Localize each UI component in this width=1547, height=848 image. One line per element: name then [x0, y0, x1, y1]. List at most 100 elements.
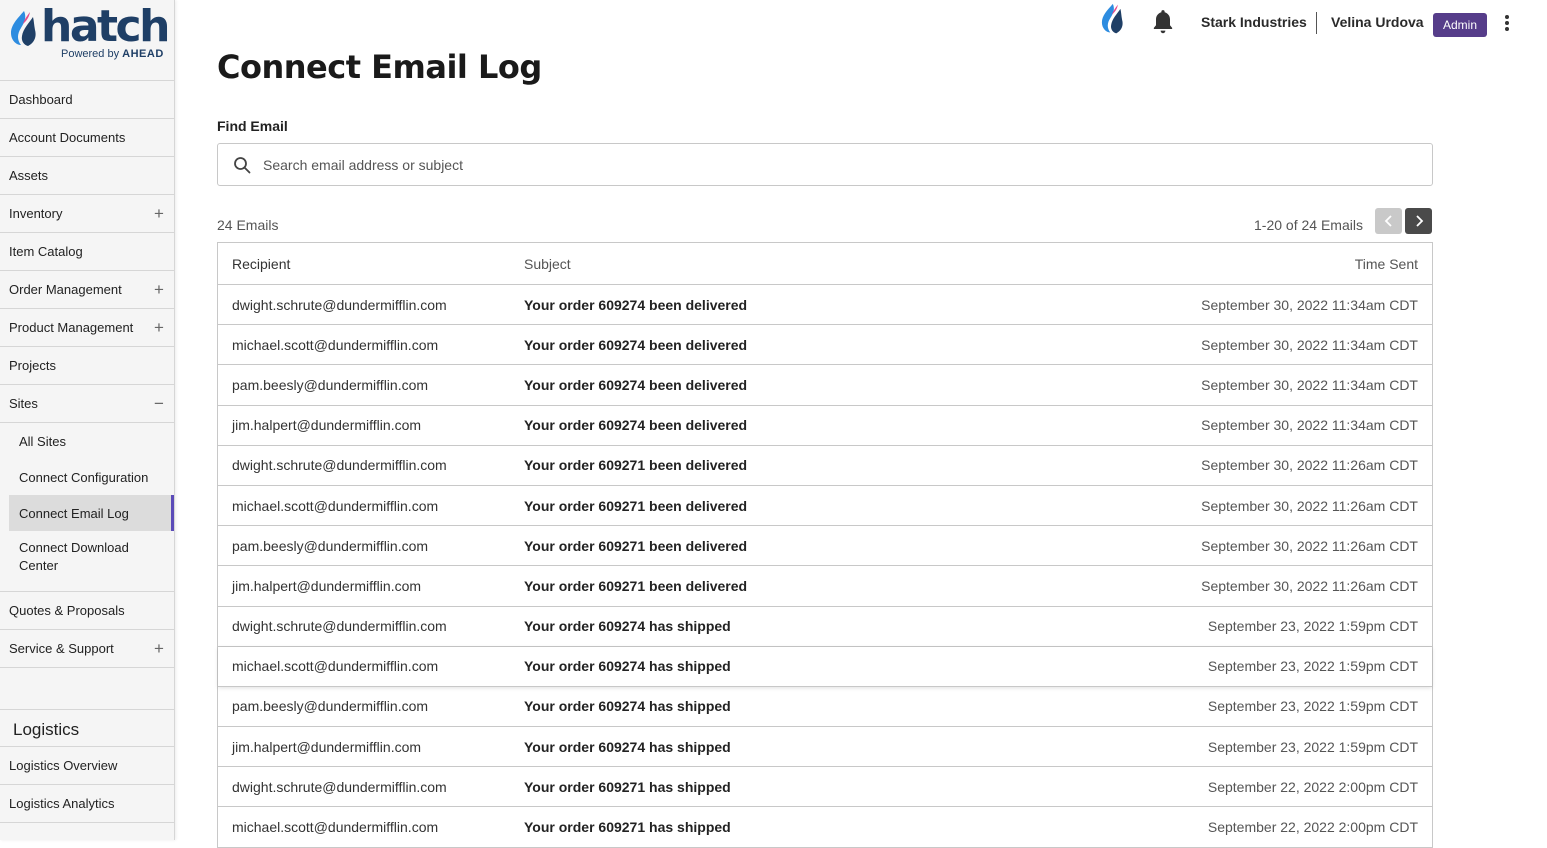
company-name[interactable]: Stark Industries [1201, 14, 1307, 30]
table-row[interactable]: dwight.schrute@dundermifflin.com Your ord… [218, 285, 1432, 326]
sites-submenu: All Sites Connect Configuration Connect … [0, 423, 174, 592]
column-header-subject[interactable]: Subject [524, 256, 1024, 272]
sidebar-subitem-connect-download-center[interactable]: Connect Download Center [0, 531, 174, 583]
table-row[interactable]: jim.halpert@dundermifflin.com Your order … [218, 406, 1432, 446]
collapse-icon[interactable]: − [152, 395, 166, 412]
sidebar-item-logistics-overview[interactable]: Logistics Overview [0, 747, 174, 785]
subject-cell: Your order 609274 has shipped [524, 658, 731, 675]
time-sent-cell: September 23, 2022 1:59pm CDT [1207, 698, 1418, 715]
table-row[interactable]: pam.beesly@dundermifflin.com Your order 6… [218, 687, 1432, 728]
subject-cell: Your order 609271 has shipped [524, 819, 731, 836]
table-row[interactable]: michael.scott@dundermifflin.com Your orde… [218, 486, 1432, 527]
table-row[interactable]: michael.scott@dundermifflin.com Your orde… [218, 325, 1432, 366]
recipient-cell: pam.beesly@dundermifflin.com [232, 376, 429, 393]
sidebar-item-label: Inventory [9, 206, 63, 221]
brand-mark-icon[interactable] [1099, 3, 1125, 35]
chevron-left-icon [1384, 215, 1392, 227]
powered-by-brand: AHEAD [122, 48, 164, 60]
chevron-right-icon [1415, 215, 1423, 227]
time-sent-cell: September 22, 2022 2:00pm CDT [1207, 778, 1418, 795]
sidebar-item-service-and-support[interactable]: Service & Support + [0, 630, 174, 668]
recipient-cell: dwight.schrute@dundermifflin.com [232, 457, 447, 474]
recipient-cell: pam.beesly@dundermifflin.com [232, 698, 429, 715]
column-header-time-sent[interactable]: Time Sent [1024, 256, 1432, 272]
sidebar-item-account-documents[interactable]: Account Documents [0, 119, 174, 157]
sidebar-subitem-label: All Sites [19, 433, 66, 449]
user-name[interactable]: Velina Urdova [1331, 14, 1424, 30]
search-icon [234, 156, 251, 173]
table-row[interactable]: dwight.schrute@dundermifflin.com Your ord… [218, 446, 1432, 486]
subject-cell: Your order 609271 been delivered [524, 537, 748, 554]
subject-cell: Your order 609274 has shipped [524, 618, 731, 635]
time-sent-cell: September 23, 2022 1:59pm CDT [1207, 618, 1418, 635]
sidebar-item-logistics-analytics[interactable]: Logistics Analytics [0, 785, 174, 823]
time-sent-cell: September 30, 2022 11:26am CDT [1201, 457, 1418, 474]
table-row[interactable]: jim.halpert@dundermifflin.com Your order … [218, 566, 1432, 607]
sidebar-item-label: Sites [9, 396, 38, 411]
brand-logo[interactable]: hatch Powered by AHEAD [0, 0, 174, 81]
sidebar-item-item-catalog[interactable]: Item Catalog [0, 233, 174, 271]
subject-cell: Your order 609274 been delivered [524, 376, 748, 393]
table-row[interactable]: pam.beesly@dundermifflin.com Your order 6… [218, 365, 1432, 406]
page-title: Connect Email Log [217, 48, 542, 86]
table-row[interactable]: dwight.schrute@dundermifflin.com Your ord… [218, 607, 1432, 647]
table-row[interactable]: pam.beesly@dundermifflin.com Your order 6… [218, 526, 1432, 567]
recipient-cell: pam.beesly@dundermifflin.com [232, 537, 429, 554]
table-row[interactable]: dwight.schrute@dundermifflin.com Your ord… [218, 767, 1432, 808]
subject-cell: Your order 609274 has shipped [524, 738, 731, 755]
table-row[interactable]: michael.scott@dundermifflin.com Your orde… [218, 807, 1432, 848]
subject-cell: Your order 609274 has shipped [524, 698, 731, 715]
time-sent-cell: September 30, 2022 11:26am CDT [1201, 497, 1418, 514]
sidebar-item-inventory[interactable]: Inventory + [0, 195, 174, 233]
recipient-cell: jim.halpert@dundermifflin.com [232, 417, 422, 434]
sidebar-spacer [0, 668, 174, 710]
bell-icon[interactable] [1150, 8, 1176, 36]
expand-icon[interactable]: + [152, 319, 166, 336]
search-box[interactable] [217, 143, 1433, 186]
table-row[interactable]: jim.halpert@dundermifflin.com Your order … [218, 727, 1432, 768]
sidebar-item-label: Account Documents [9, 130, 126, 145]
kebab-menu-icon[interactable] [1500, 12, 1514, 34]
sidebar-item-projects[interactable]: Projects [0, 347, 174, 385]
sidebar-subitem-label: Connect Download Center [19, 540, 129, 573]
expand-icon[interactable]: + [152, 205, 166, 222]
sidebar-item-sites[interactable]: Sites − [0, 385, 174, 423]
time-sent-cell: September 30, 2022 11:34am CDT [1201, 296, 1418, 313]
sidebar-item-label: Logistics Overview [9, 758, 118, 773]
sidebar-item-label: Service & Support [9, 641, 114, 656]
search-input[interactable] [263, 156, 1363, 173]
sidebar-item-assets[interactable]: Assets [0, 157, 174, 195]
time-sent-cell: September 30, 2022 11:26am CDT [1201, 577, 1418, 594]
email-log-table: Recipient Subject Time Sent dwight.schru… [217, 242, 1433, 848]
table-row[interactable]: michael.scott@dundermifflin.com Your orde… [218, 647, 1432, 687]
time-sent-cell: September 30, 2022 11:26am CDT [1201, 537, 1418, 554]
sidebar-subitem-label: Connect Configuration [19, 469, 149, 485]
time-sent-cell: September 23, 2022 1:59pm CDT [1207, 658, 1418, 675]
sidebar-item-order-management[interactable]: Order Management + [0, 271, 174, 309]
expand-icon[interactable]: + [152, 281, 166, 298]
sidebar-subitem-connect-configuration[interactable]: Connect Configuration [0, 459, 174, 495]
expand-icon[interactable]: + [152, 640, 166, 657]
sidebar-section-logistics: Logistics [0, 710, 174, 747]
sidebar-item-label: Product Management [9, 320, 134, 335]
sidebar-subitem-connect-email-log[interactable]: Connect Email Log [9, 495, 174, 531]
subject-cell: Your order 609271 been delivered [524, 457, 748, 474]
sidebar: hatch Powered by AHEAD Dashboard Account … [0, 0, 175, 840]
sidebar-item-quotes-and-proposals[interactable]: Quotes & Proposals [0, 592, 174, 630]
sidebar-subitem-all-sites[interactable]: All Sites [0, 423, 174, 459]
column-header-recipient[interactable]: Recipient [218, 256, 524, 272]
subject-cell: Your order 609271 been delivered [524, 577, 748, 594]
hatch-logo-icon [11, 11, 36, 46]
powered-by-text: Powered by [61, 48, 120, 60]
table-header: Recipient Subject Time Sent [218, 243, 1432, 285]
sidebar-item-product-management[interactable]: Product Management + [0, 309, 174, 347]
sidebar-item-label: Quotes & Proposals [9, 603, 125, 618]
next-page-button[interactable] [1405, 208, 1432, 234]
sidebar-subitem-label: Connect Email Log [19, 505, 129, 521]
previous-page-button[interactable] [1375, 208, 1402, 234]
subject-cell: Your order 609274 been delivered [524, 336, 748, 353]
sidebar-item-label: Projects [9, 358, 56, 373]
sidebar-item-dashboard[interactable]: Dashboard [0, 81, 174, 119]
recipient-cell: michael.scott@dundermifflin.com [232, 658, 439, 675]
subject-cell: Your order 609271 has shipped [524, 778, 731, 795]
